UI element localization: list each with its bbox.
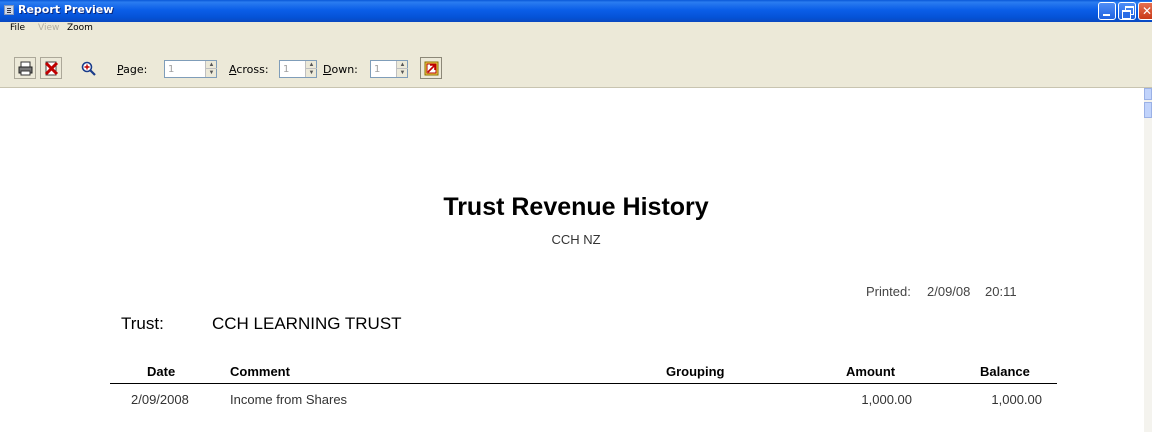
- column-header-grouping: Grouping: [666, 364, 725, 379]
- down-spin-arrows[interactable]: ▲ ▼: [396, 61, 408, 77]
- menu-zoom[interactable]: Zoom: [67, 23, 93, 33]
- trust-label: Trust:: [121, 314, 164, 333]
- app-icon[interactable]: [4, 5, 14, 15]
- across-label: Across:: [229, 63, 269, 76]
- toolbar: Page: ▲ ▼ Across: ▲ ▼ Down: ▲ ▼: [0, 36, 1152, 88]
- menu-file[interactable]: File: [10, 23, 25, 33]
- close-preview-icon: [44, 61, 59, 76]
- spin-down-icon[interactable]: ▼: [397, 69, 408, 77]
- export-button[interactable]: [420, 57, 442, 79]
- spin-up-icon[interactable]: ▲: [397, 61, 408, 69]
- close-preview-button[interactable]: [40, 57, 62, 79]
- report-title: Trust Revenue History: [443, 193, 709, 221]
- zoom-in-icon: [81, 61, 96, 76]
- down-input[interactable]: [371, 61, 396, 77]
- window-title: Report Preview: [18, 3, 114, 16]
- minimize-button[interactable]: [1098, 2, 1116, 20]
- page-input[interactable]: [165, 61, 205, 77]
- vertical-scrollbar[interactable]: [1144, 88, 1152, 432]
- trust-name: CCH LEARNING TRUST: [212, 314, 402, 333]
- page-spinner[interactable]: ▲ ▼: [164, 60, 217, 78]
- printed-date: 2/09/08: [927, 284, 971, 299]
- page-spin-arrows[interactable]: ▲ ▼: [205, 61, 217, 77]
- across-spin-arrows[interactable]: ▲ ▼: [305, 61, 317, 77]
- down-label: Down:: [323, 63, 358, 76]
- report-subtitle: CCH NZ: [551, 232, 601, 247]
- spin-up-icon[interactable]: ▲: [306, 61, 317, 69]
- column-header-balance: Balance: [980, 364, 1030, 379]
- restore-button[interactable]: [1118, 2, 1136, 20]
- row-amount: 1,000.00: [861, 392, 912, 407]
- spin-down-icon[interactable]: ▼: [306, 69, 317, 77]
- export-icon: [424, 61, 439, 76]
- row-date: 2/09/2008: [131, 392, 189, 407]
- zoom-button[interactable]: [77, 57, 99, 79]
- close-window-button[interactable]: [1138, 2, 1152, 20]
- row-balance: 1,000.00: [991, 392, 1042, 407]
- menu-bar: File View Zoom: [0, 22, 1152, 36]
- spin-down-icon[interactable]: ▼: [206, 69, 217, 77]
- scroll-thumb[interactable]: [1144, 102, 1152, 118]
- column-header-date: Date: [147, 364, 176, 379]
- print-icon: [18, 61, 33, 76]
- print-button[interactable]: [14, 57, 36, 79]
- down-spinner[interactable]: ▲ ▼: [370, 60, 408, 78]
- header-divider: [110, 383, 1057, 384]
- printed-label: Printed:: [866, 284, 911, 299]
- menu-view[interactable]: View: [38, 23, 59, 33]
- spin-up-icon[interactable]: ▲: [206, 61, 217, 69]
- scroll-up-icon[interactable]: [1144, 88, 1152, 100]
- title-bar: Report Preview: [0, 0, 1152, 22]
- printed-time: 20:11: [985, 284, 1017, 299]
- across-spinner[interactable]: ▲ ▼: [279, 60, 317, 78]
- across-input[interactable]: [280, 61, 305, 77]
- page-label: Page:: [117, 63, 148, 76]
- column-header-amount: Amount: [846, 364, 896, 379]
- row-comment: Income from Shares: [230, 392, 348, 407]
- column-header-comment: Comment: [230, 364, 290, 379]
